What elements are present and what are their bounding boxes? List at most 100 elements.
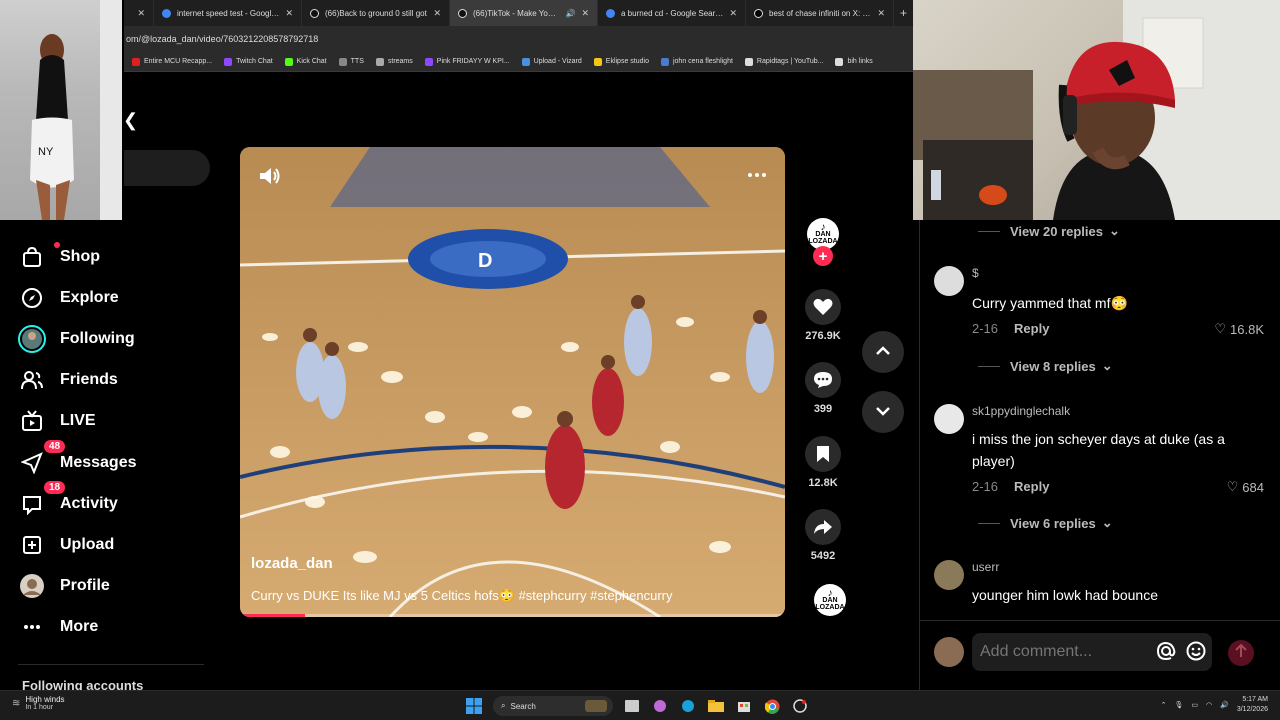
streaming-app-icon[interactable] [791,697,809,715]
browser-tab[interactable]: internet speed test - Google Se ✕ [154,0,302,26]
close-icon[interactable]: ✕ [581,8,589,19]
speaker-icon[interactable]: 🔊 [1220,701,1229,709]
address-bar[interactable]: om/@lozada_dan/video/7603212208578792718 [124,26,913,52]
more-options-icon[interactable] [747,165,767,183]
bookmark-item[interactable]: streams [375,57,413,66]
bookmark-item[interactable]: Twitch Chat [224,57,273,66]
reply-button[interactable]: Reply [1014,321,1049,336]
close-icon[interactable]: ✕ [729,8,737,19]
commenter-avatar[interactable] [934,266,964,296]
back-arrow-icon[interactable]: ❮ [123,110,138,131]
chevron-up-icon[interactable]: ⌃ [1161,701,1167,709]
bookmark-item[interactable]: bih links [835,57,873,66]
commenter-avatar[interactable] [934,560,964,590]
close-icon[interactable]: ✕ [877,8,885,19]
chrome-icon[interactable] [763,697,781,715]
view-replies-button[interactable]: View 20 replies ⌄ [978,223,1120,239]
video-author[interactable]: lozada_dan [251,555,333,572]
close-icon[interactable]: ✕ [137,8,145,19]
sidebar-item-following[interactable]: Following [18,318,137,359]
emoji-icon[interactable] [1186,641,1206,666]
sidebar-item-upload[interactable]: Upload [18,524,137,565]
network-icon[interactable]: ▭ [1191,701,1198,709]
clock[interactable]: 5:17 AM 3/12/2026 [1237,695,1268,715]
comment-composer [920,620,1280,690]
video-progress-bar[interactable] [240,614,785,617]
browser-tab-active[interactable]: (66)TikTok - Make Your Day 🔊 ✕ [450,0,598,26]
bookmark-item[interactable]: Rapidtags | YouTub... [744,57,823,66]
next-video-button[interactable] [862,391,904,433]
copilot-icon[interactable] [651,697,669,715]
speaker-icon[interactable]: 🔊 [565,9,575,18]
bookmark-item[interactable]: Entire MCU Recapp... [132,57,212,66]
heart-icon[interactable] [805,289,841,325]
sidebar-item-messages[interactable]: 48 Messages [18,439,137,483]
save-action[interactable]: 12.8K [800,436,846,489]
video-player[interactable]: D lozada_dan Curry vs DUKE Its like MJ v… [240,147,785,617]
mention-icon[interactable] [1156,641,1176,666]
sidebar-item-profile[interactable]: Profile [18,566,137,607]
sidebar-item-label: Following [60,329,135,347]
sidebar-item-live[interactable]: LIVE [18,401,137,442]
taskbar-search[interactable]: ⌕ Search [493,696,613,716]
share-arrow-icon[interactable] [805,509,841,545]
sidebar-item-more[interactable]: More [18,607,137,648]
share-action[interactable]: 5492 [800,509,846,562]
file-explorer-icon[interactable] [707,697,725,715]
video-caption[interactable]: Curry vs DUKE Its like MJ vs 5 Celtics h… [251,588,672,604]
sidebar-item-explore[interactable]: Explore [18,277,137,318]
tab-close-button[interactable]: ✕ [124,0,154,26]
browser-tab[interactable]: a burned cd - Google Search ✕ [598,0,746,26]
bookmark-item[interactable]: Upload - Vizard [521,57,582,66]
comment-like-button[interactable]: ♡ 684 [1227,479,1264,495]
close-icon[interactable]: ✕ [285,8,293,19]
bookmark-item[interactable]: Pink FRIDAYY W KPI... [424,57,510,66]
commenter-name[interactable]: $ [972,266,979,280]
browser-tabbar: ✕ internet speed test - Google Se ✕ (66)… [124,0,913,26]
browser-tab[interactable]: best of chase infiniti on X: "cha ✕ [746,0,894,26]
wifi-icon[interactable]: ◠ [1206,701,1212,709]
bookmark-item[interactable]: Kick Chat [284,57,327,66]
comment-like-button[interactable]: ♡ 16.8K [1214,321,1264,337]
search-icon: ⌕ [501,701,506,710]
sidebar-item-activity[interactable]: 18 Activity [18,481,137,524]
close-icon[interactable]: ✕ [433,8,441,19]
view-replies-button[interactable]: View 6 replies ⌄ [978,515,1113,531]
like-action[interactable]: 276.9K [800,289,846,342]
x-favicon-icon [754,8,763,18]
svg-text:NY: NY [38,146,54,158]
bookmark-item[interactable]: john cena fleshlight [660,57,733,66]
sidebar-item-shop[interactable]: Shop [18,236,137,277]
commenter-avatar[interactable] [934,404,964,434]
bookmark-item[interactable]: Eklipse studio [593,57,649,66]
task-view-icon[interactable] [623,697,641,715]
comment-input[interactable] [972,633,1212,671]
search-bar[interactable] [124,150,210,186]
store-icon[interactable] [735,697,753,715]
reply-button[interactable]: Reply [1014,479,1049,494]
browser-tab[interactable]: (66)Back to ground 0 still got ✕ [302,0,450,26]
bookmark-item[interactable]: TTS [338,57,364,66]
bookmark-icon[interactable] [805,436,841,472]
windows-start-icon[interactable] [465,697,483,715]
commenter-name[interactable]: userr [972,560,999,574]
send-comment-button[interactable] [1228,640,1254,666]
ellipsis-icon [18,613,46,641]
comment-item: sk1ppydinglechalk i miss the jon scheyer… [934,404,1264,504]
microphone-icon[interactable]: 🎙 [1175,701,1184,709]
wind-icon: ≋ [12,697,21,709]
notification-dot [54,242,60,248]
edge-browser-icon[interactable] [679,697,697,715]
new-tab-button[interactable]: + [894,6,913,20]
volume-icon[interactable] [258,165,282,192]
previous-video-button[interactable] [862,331,904,373]
comment-action[interactable]: 399 [800,362,846,415]
commenter-name[interactable]: sk1ppydinglechalk [972,404,1070,418]
follow-button[interactable]: + [813,246,833,266]
comment-bubble-icon[interactable] [805,362,841,398]
shopping-bag-icon [18,243,46,271]
view-replies-button[interactable]: View 8 replies ⌄ [978,358,1113,374]
music-disc-avatar[interactable]: ♪ DAN LOZADA [814,584,846,616]
weather-widget[interactable]: ≋ High winds In 1 hour [12,695,65,711]
sidebar-item-friends[interactable]: Friends [18,360,137,401]
